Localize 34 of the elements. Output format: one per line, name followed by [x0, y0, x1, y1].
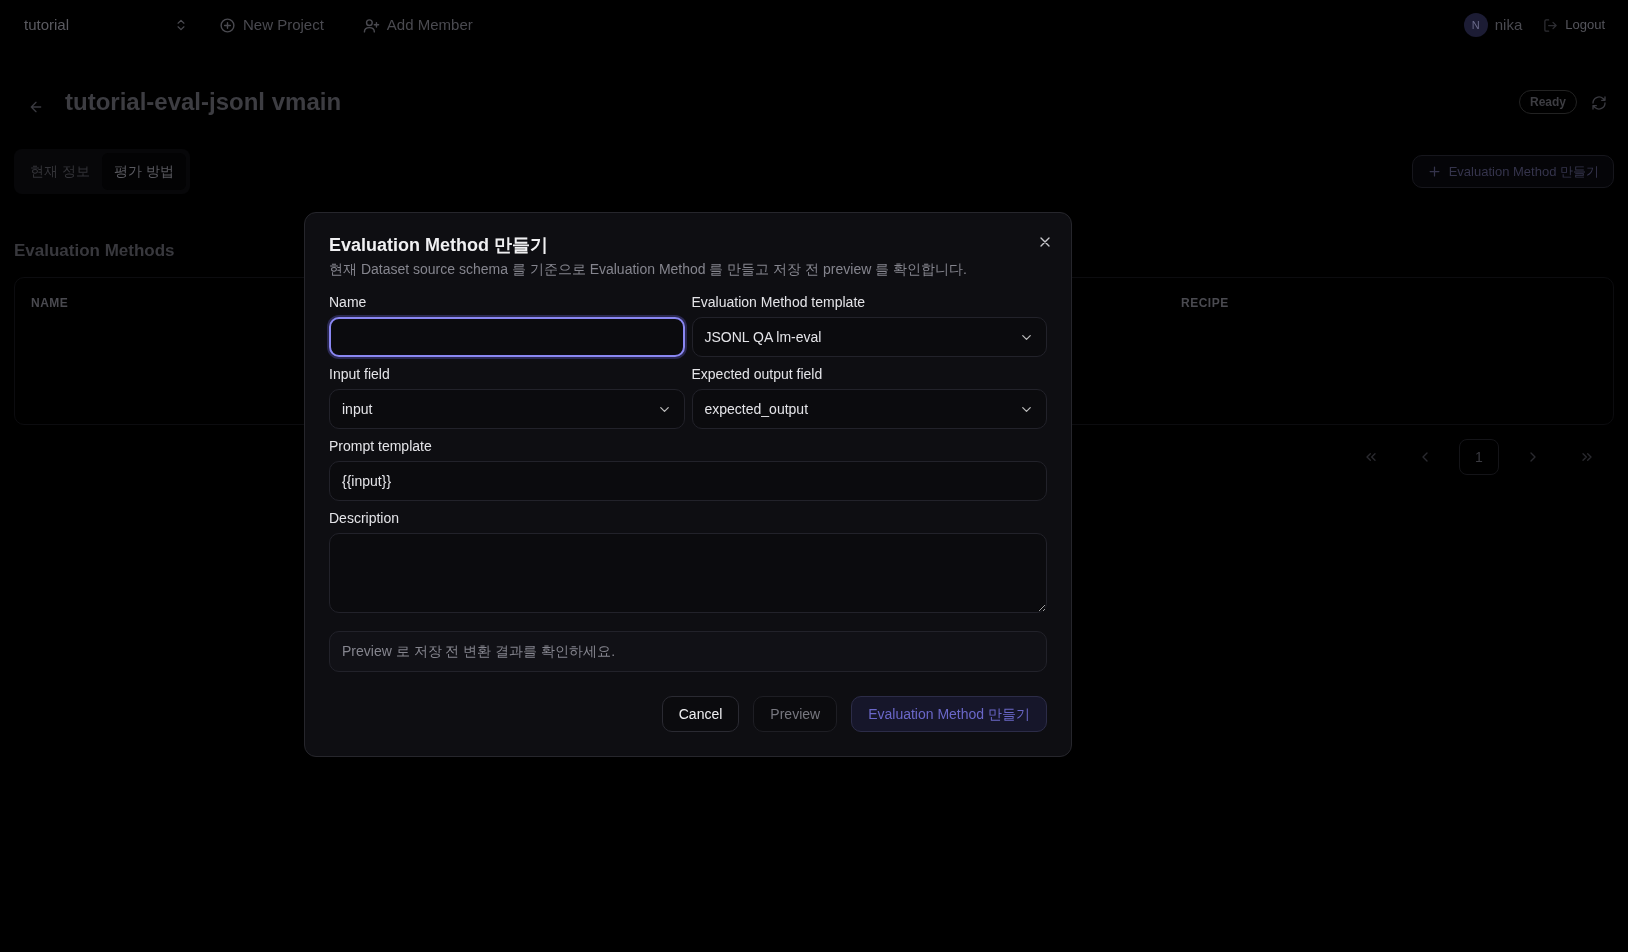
- field-label: Name: [329, 293, 368, 312]
- user-plus-icon: [362, 16, 380, 34]
- dialog-description: 현재 Dataset source schema 를 기준으로 Evaluation Method 를 만들고 저장 전 preview 를 확인합니다.: [329, 260, 968, 279]
- column-header: NAME: [30, 295, 70, 313]
- field-label: Evaluation Method template: [691, 293, 867, 312]
- create-method-button[interactable]: Evaluation Method 만들기: [1411, 154, 1614, 189]
- field-label: Input field: [329, 365, 391, 384]
- user-name: nika: [1494, 14, 1523, 35]
- preview-note: Preview 로 저장 전 변환 결과를 확인하세요.: [329, 631, 1047, 672]
- tab[interactable]: 평가 방법: [101, 152, 186, 190]
- project-select[interactable]: tutorial: [16, 7, 196, 43]
- column-header: RECIPE: [1180, 295, 1230, 313]
- add-member-button[interactable]: Add Member: [346, 7, 489, 43]
- page-title: tutorial-eval-jsonl vmain: [65, 88, 342, 117]
- page-button[interactable]: 1: [1459, 439, 1499, 476]
- field-label: Prompt template: [329, 437, 433, 456]
- logout-button[interactable]: Logout: [1543, 15, 1605, 35]
- logout-icon: [1543, 17, 1559, 33]
- field-label: Expected output field: [691, 365, 824, 384]
- section-title: Evaluation Methods: [14, 239, 175, 262]
- select-field[interactable]: JSONL QA lm-eval: [691, 317, 1047, 357]
- text-area[interactable]: [329, 533, 1047, 613]
- field-label: Description: [329, 509, 401, 528]
- select-field[interactable]: expected_output: [691, 389, 1047, 429]
- input-field[interactable]: {{input}}: [329, 461, 1047, 501]
- plus-circle-icon: [219, 16, 236, 34]
- plus-icon: [1426, 163, 1442, 179]
- dialog-title: Evaluation Method 만들기: [329, 235, 548, 257]
- input-field[interactable]: [329, 317, 685, 357]
- cancel-button[interactable]: Cancel: [661, 696, 740, 732]
- select-field[interactable]: input: [329, 389, 685, 429]
- new-project-button[interactable]: New Project: [203, 7, 340, 43]
- user-avatar: N: [1463, 13, 1488, 37]
- refresh-icon: [1591, 95, 1607, 112]
